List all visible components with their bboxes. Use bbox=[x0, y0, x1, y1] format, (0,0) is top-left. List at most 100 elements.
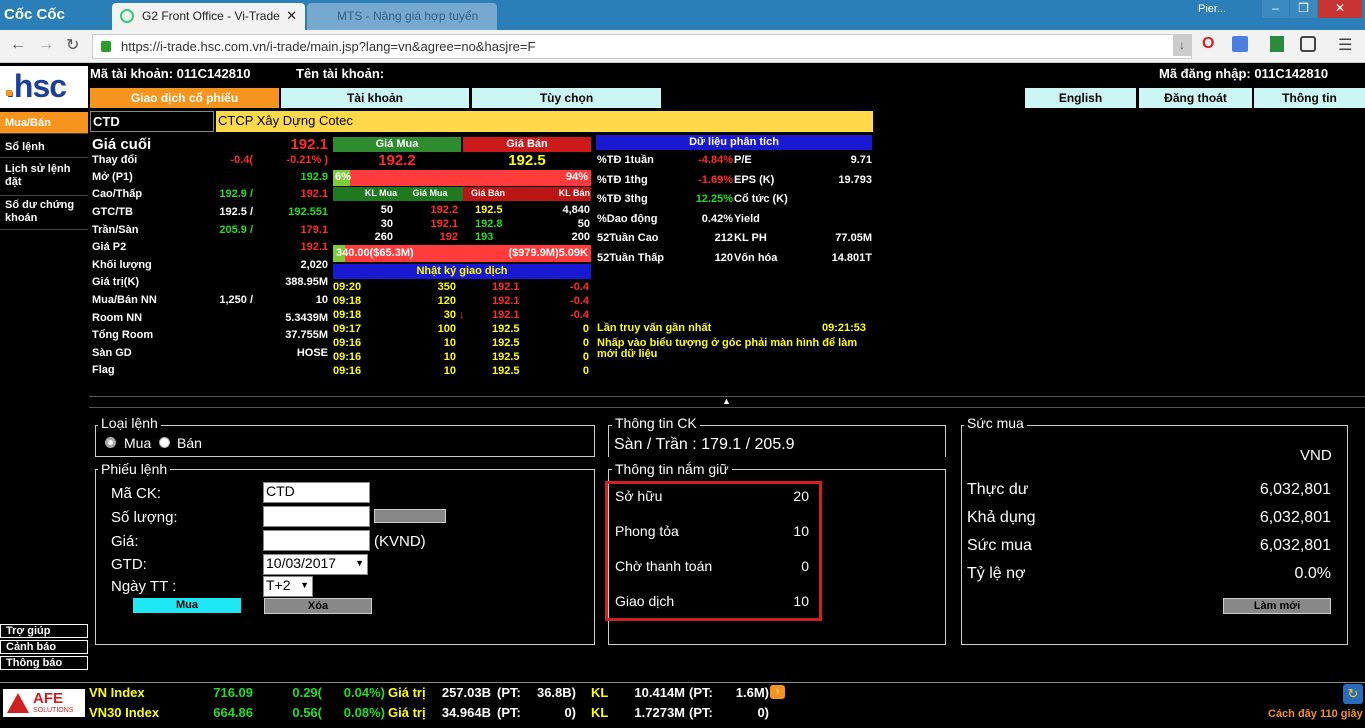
quote-value-2: 10 bbox=[315, 294, 328, 306]
book-buy-price: 192 bbox=[439, 231, 458, 243]
last-query-time: 09:21:53 bbox=[822, 322, 867, 334]
journal-change: 0 bbox=[582, 351, 589, 363]
camera-icon[interactable] bbox=[1300, 36, 1316, 52]
forward-icon[interactable]: → bbox=[38, 36, 54, 54]
analysis-label-2: P/E bbox=[734, 154, 752, 166]
tab-english[interactable]: English bbox=[1025, 88, 1136, 108]
quote-label: Thay đổi bbox=[92, 154, 138, 166]
quote-label: Khối lượng bbox=[92, 259, 152, 271]
book-buy-qty: 260 bbox=[374, 231, 393, 243]
stock-info-legend: Thông tin CK bbox=[612, 415, 700, 431]
index-kl-label: KL bbox=[591, 685, 609, 700]
restore-icon[interactable]: ❐ bbox=[1290, 0, 1317, 18]
sidebar-balance[interactable]: Số dư chứng khoán bbox=[0, 196, 88, 230]
address-bar[interactable]: https://i-trade.hsc.com.vn/i-trade/main.… bbox=[92, 34, 1192, 59]
afe-logo: AFE SOLUTIONS bbox=[3, 689, 85, 717]
book-col-header: Giá Mua bbox=[412, 188, 448, 198]
analysis-label: %TĐ 3thg bbox=[597, 193, 648, 205]
sidebar-notice[interactable]: Thông báo bbox=[0, 656, 88, 670]
tab-logout[interactable]: Đăng thoát bbox=[1139, 88, 1252, 108]
quote-label: Room NN bbox=[92, 312, 143, 324]
extension-icon[interactable] bbox=[1270, 36, 1284, 52]
power-value: 0.0% bbox=[1294, 565, 1331, 582]
tab-trade[interactable]: Giao dịch cổ phiếu bbox=[90, 88, 279, 108]
download-icon[interactable]: ↓ bbox=[1173, 34, 1191, 56]
sidebar-alert[interactable]: Cảnh báo bbox=[0, 640, 88, 654]
sell-radio-label: Bán bbox=[177, 435, 202, 451]
order-type-legend: Loại lệnh bbox=[98, 415, 161, 431]
book-col-header: KL Bán bbox=[558, 188, 590, 198]
refresh-note: Nhấp vào biểu tượng ở góc phải màn hình … bbox=[597, 337, 858, 360]
quote-value-2: 37.755M bbox=[285, 329, 328, 341]
code-label: Mã CK: bbox=[111, 485, 162, 502]
buy-radio[interactable] bbox=[105, 437, 116, 448]
journal-time: 09:18 bbox=[333, 309, 362, 321]
quote-label: Trần/Sàn bbox=[92, 224, 139, 236]
quote-label: Giá trị(K) bbox=[92, 276, 140, 288]
quote-label: GTC/TB bbox=[92, 206, 133, 218]
quote-label: Mở (P1) bbox=[92, 171, 133, 183]
minimize-icon[interactable]: – bbox=[1262, 0, 1289, 18]
index-value: 716.09 bbox=[213, 685, 253, 700]
tab-active[interactable]: G2 Front Office - Vi-Trade ✕ bbox=[112, 3, 305, 30]
book-sell-qty: 200 bbox=[571, 231, 590, 243]
browser-tabstrip: Cốc Cốc G2 Front Office - Vi-Trade ✕ MTS… bbox=[0, 0, 1365, 30]
power-value: 6,032,801 bbox=[1259, 537, 1331, 554]
settle-dropdown-icon[interactable]: ▼ bbox=[300, 580, 309, 590]
quote-value-2: 2,020 bbox=[300, 259, 328, 271]
sidebar-buysell[interactable]: Mua/Bán bbox=[0, 112, 88, 134]
back-icon[interactable]: ← bbox=[10, 36, 26, 54]
journal-price: 192.1 bbox=[492, 309, 520, 321]
ticker-refresh-icon[interactable]: ↻ bbox=[1343, 684, 1363, 704]
qty-input[interactable] bbox=[263, 506, 370, 527]
tab-options[interactable]: Tùy chọn bbox=[472, 88, 661, 108]
qty-helper-button[interactable] bbox=[374, 509, 446, 523]
gtd-dropdown-icon[interactable]: ▼ bbox=[355, 558, 364, 568]
gtd-select[interactable]: 10/03/2017 ▼ bbox=[263, 554, 368, 575]
collapse-arrow-icon[interactable]: ▲ bbox=[722, 396, 731, 406]
order-type-box bbox=[95, 425, 595, 457]
reload-icon[interactable]: ↻ bbox=[66, 35, 79, 55]
journal-price: 192.5 bbox=[492, 365, 520, 377]
holding-label: Chờ thanh toán bbox=[615, 558, 713, 574]
analysis-value: -1.69% bbox=[698, 173, 733, 186]
index-pt2-value: 0) bbox=[757, 705, 769, 720]
journal-qty: 10 bbox=[443, 351, 456, 363]
submit-buy-button[interactable]: Mua bbox=[133, 598, 241, 613]
index-pt-label: (PT: bbox=[497, 685, 521, 700]
stock-name: CTCP Xây Dựng Cotec bbox=[216, 111, 873, 132]
sidebar-help[interactable]: Trợ giúp bbox=[0, 624, 88, 638]
index-pt2-label: (PT: bbox=[689, 685, 713, 700]
user-profile[interactable]: Pier... bbox=[1198, 3, 1226, 15]
refresh-button[interactable]: Làm mới bbox=[1223, 598, 1331, 614]
coccoc-logo[interactable]: Cốc Cốc bbox=[4, 6, 65, 23]
stock-code[interactable]: CTD bbox=[90, 111, 214, 132]
index-value: 664.86 bbox=[213, 705, 253, 720]
tab-inactive[interactable]: MTS - Nâng giá hợp tuyển bbox=[307, 3, 497, 30]
book-sell-header: Giá Bán bbox=[463, 137, 591, 152]
translate-icon[interactable] bbox=[1232, 36, 1248, 52]
index-change: 0.29( bbox=[292, 685, 322, 700]
code-input[interactable]: CTD bbox=[263, 482, 370, 503]
journal-qty: 10 bbox=[443, 365, 456, 377]
ticker-expand-icon[interactable]: › bbox=[770, 685, 785, 699]
tab-info[interactable]: Thông tin bbox=[1254, 88, 1365, 108]
journal-change: 0 bbox=[582, 323, 589, 335]
journal-change: 0 bbox=[582, 365, 589, 377]
settle-select[interactable]: T+2 ▼ bbox=[263, 576, 313, 597]
sidebar-history[interactable]: Lịch sử lệnh đặt bbox=[0, 160, 88, 196]
sidebar-orders[interactable]: Sổ lệnh bbox=[0, 136, 88, 158]
clear-button[interactable]: Xóa bbox=[264, 598, 372, 614]
menu-icon[interactable]: ☰ bbox=[1338, 35, 1352, 55]
price-input[interactable] bbox=[263, 530, 370, 551]
quote-value-1: 192.5 / bbox=[219, 206, 253, 218]
tab-close-icon[interactable]: ✕ bbox=[286, 3, 297, 29]
quote-value-1: 205.9 / bbox=[219, 224, 253, 236]
index-gt-value: 257.03B bbox=[441, 685, 491, 700]
window-close-icon[interactable]: ✕ bbox=[1318, 0, 1362, 18]
opera-icon[interactable]: O bbox=[1202, 35, 1214, 53]
analysis-label-2: Cổ tức (K) bbox=[734, 193, 788, 205]
holding-label: Phong tỏa bbox=[615, 523, 679, 539]
tab-account[interactable]: Tài khoản bbox=[281, 88, 469, 108]
sell-radio[interactable] bbox=[159, 437, 170, 448]
